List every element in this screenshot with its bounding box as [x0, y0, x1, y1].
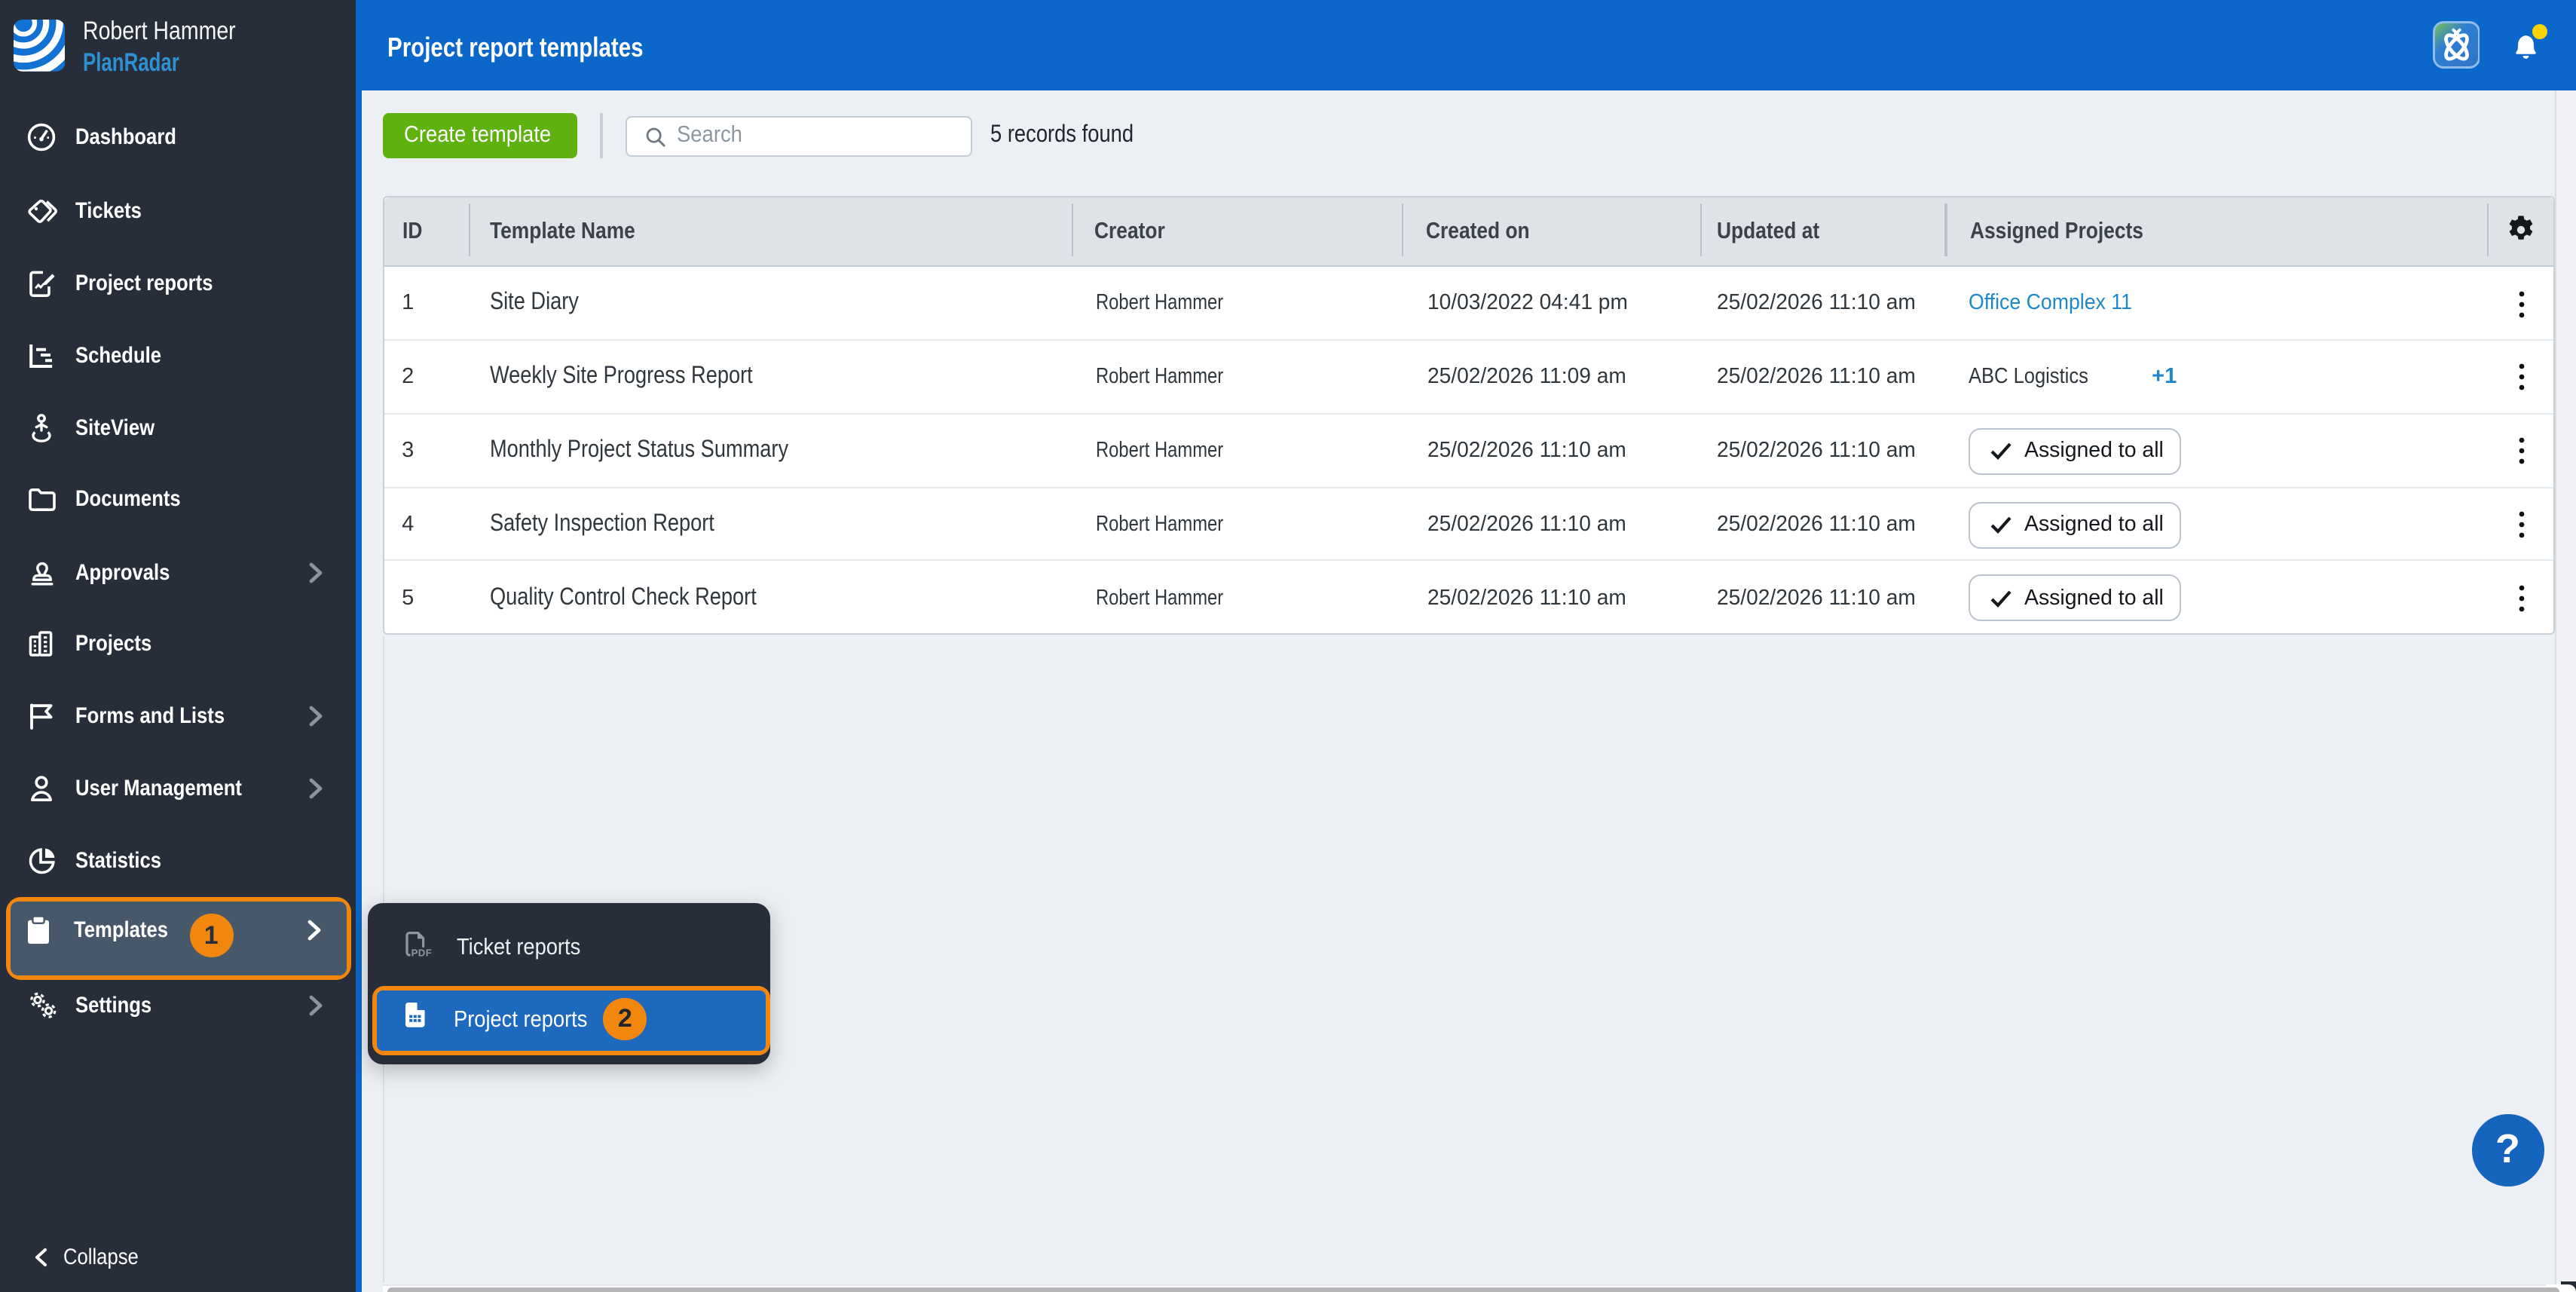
svg-text:PDF: PDF [412, 948, 433, 958]
